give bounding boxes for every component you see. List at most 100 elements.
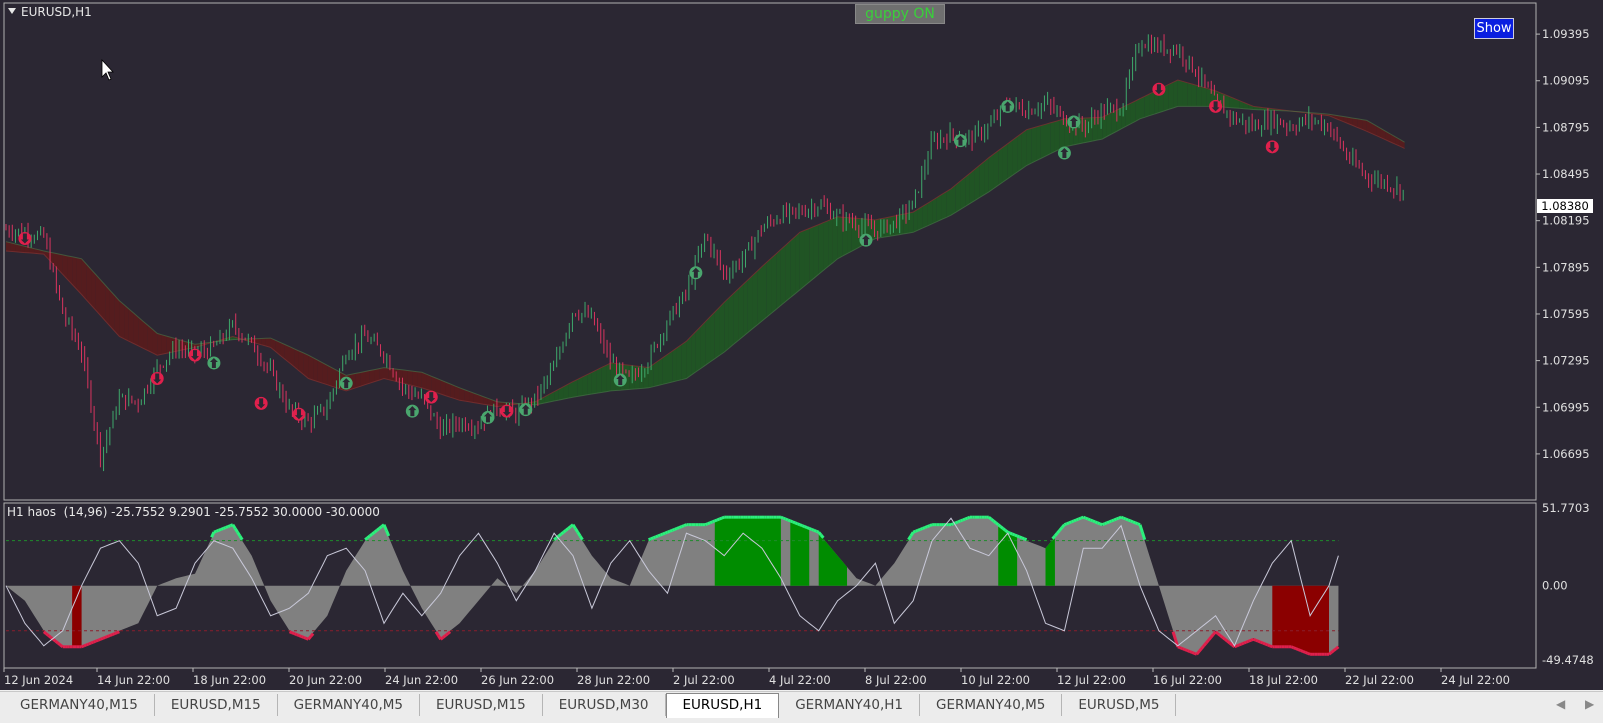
oversold-line bbox=[109, 633, 113, 637]
ribbon-segment bbox=[582, 374, 588, 396]
oversold-line bbox=[1262, 641, 1266, 646]
overbought-line bbox=[1087, 517, 1091, 522]
oversold-line bbox=[291, 631, 295, 636]
ribbon-segment bbox=[384, 367, 389, 380]
symbol-label[interactable]: EURUSD,H1 bbox=[8, 5, 92, 19]
show-button[interactable]: Show bbox=[1474, 18, 1514, 39]
oversold-line bbox=[1307, 651, 1311, 656]
tab-eurusd-m15[interactable]: EURUSD,M15 bbox=[420, 694, 543, 716]
oversold-line bbox=[1214, 630, 1219, 635]
overbought-line bbox=[657, 533, 661, 538]
indicator-tick-label: 0.00 bbox=[1542, 579, 1568, 593]
overbought-line bbox=[1099, 522, 1103, 527]
ribbon-segment bbox=[1191, 84, 1197, 107]
overbought-line bbox=[373, 529, 378, 534]
overbought-line bbox=[1129, 519, 1134, 524]
price-tick-label: 1.07595 bbox=[1542, 307, 1590, 321]
ribbon-segment bbox=[86, 264, 92, 306]
ribbon-segment bbox=[322, 362, 328, 385]
chart-canvas[interactable]: 1.09395 1.09095 1.08795 1.08495 1.08195 1.078… bbox=[0, 0, 1603, 690]
overbought-line bbox=[664, 530, 669, 535]
oversold-line bbox=[1290, 645, 1295, 650]
overbought-line bbox=[1058, 526, 1064, 532]
overbought-line bbox=[371, 531, 376, 536]
ribbon-segment bbox=[979, 161, 985, 198]
tab-germany40-h1[interactable]: GERMANY40,H1 bbox=[779, 694, 920, 716]
ribbon-segment bbox=[818, 222, 824, 275]
oversold-line bbox=[52, 638, 57, 643]
ribbon-segment bbox=[705, 316, 711, 366]
ribbon-segment bbox=[955, 181, 961, 213]
tab-germany40-m15[interactable]: GERMANY40,M15 bbox=[4, 694, 155, 716]
oversold-line bbox=[1328, 651, 1333, 656]
overbought-line bbox=[962, 517, 966, 522]
ribbon-segment bbox=[766, 257, 772, 318]
overbought-line bbox=[652, 535, 657, 540]
ribbon-segment bbox=[743, 279, 748, 337]
oversold-line bbox=[293, 632, 298, 636]
overbought-line bbox=[704, 522, 709, 527]
tab-germany40-m5[interactable]: GERMANY40,M5 bbox=[278, 694, 420, 716]
ribbon-segment bbox=[762, 262, 767, 321]
overbought-line bbox=[1101, 522, 1106, 527]
guppy-toggle-button[interactable]: guppy ON bbox=[855, 4, 945, 24]
ribbon-segment bbox=[700, 321, 706, 369]
ribbon-segment bbox=[601, 365, 607, 393]
oversold-line bbox=[1191, 651, 1195, 655]
scroll-left-icon[interactable]: ◀ bbox=[1556, 697, 1565, 711]
overbought-line bbox=[922, 526, 926, 530]
overbought-line bbox=[714, 518, 718, 523]
overbought-line bbox=[924, 525, 928, 529]
overbought-line bbox=[1066, 521, 1070, 526]
overbought-line bbox=[966, 515, 971, 520]
overbought-line bbox=[678, 525, 683, 529]
overbought-line bbox=[366, 534, 371, 539]
ribbon-segment bbox=[109, 290, 115, 332]
ribbon-segment bbox=[1054, 120, 1060, 152]
current-price-tag: 1.08380 bbox=[1537, 199, 1593, 213]
ribbon-segment bbox=[738, 284, 744, 341]
ribbon-segment bbox=[176, 338, 181, 352]
overbought-line bbox=[557, 532, 563, 538]
price-tick-label: 1.09095 bbox=[1542, 74, 1590, 88]
overbought-line bbox=[785, 517, 789, 522]
ribbon-segment bbox=[804, 228, 810, 286]
tab-eurusd-m30[interactable]: EURUSD,M30 bbox=[543, 694, 666, 716]
overbought-line bbox=[819, 534, 825, 539]
ribbon-segment bbox=[946, 188, 951, 218]
oversold-line bbox=[116, 630, 120, 635]
tab-eurusd-h1[interactable]: EURUSD,H1 bbox=[665, 693, 780, 718]
overbought-line bbox=[238, 535, 244, 541]
ribbon-segment bbox=[407, 370, 413, 386]
oversold-line bbox=[1332, 647, 1338, 652]
oversold-line bbox=[446, 630, 452, 635]
overbought-line bbox=[1111, 518, 1115, 523]
overbought-line bbox=[815, 529, 820, 534]
oversold-line bbox=[1330, 649, 1335, 654]
oversold-line bbox=[59, 643, 64, 648]
oversold-line bbox=[57, 641, 62, 647]
overbought-line bbox=[782, 516, 787, 521]
overbought-line bbox=[709, 520, 713, 525]
ribbon-segment bbox=[676, 344, 682, 381]
tab-eurusd-m15[interactable]: EURUSD,M15 bbox=[155, 694, 278, 716]
oversold-line bbox=[95, 638, 99, 643]
time-tick-label: 10 Jul 22:00 bbox=[961, 673, 1030, 687]
tab-eurusd-m5[interactable]: EURUSD,M5 bbox=[1062, 694, 1177, 716]
tab-germany40-m5[interactable]: GERMANY40,M5 bbox=[920, 694, 1063, 716]
oversold-line bbox=[1205, 639, 1210, 644]
ribbon-segment bbox=[369, 369, 375, 384]
oversold-line bbox=[1195, 650, 1201, 656]
oversold-line bbox=[1217, 632, 1222, 637]
overbought-line bbox=[929, 523, 933, 528]
overbought-line bbox=[1122, 516, 1127, 521]
overbought-line bbox=[813, 528, 817, 533]
chart-area[interactable]: 1.09395 1.09095 1.08795 1.08495 1.08195 1.078… bbox=[0, 0, 1603, 690]
overbought-line bbox=[711, 519, 716, 524]
oversold-line bbox=[1302, 650, 1306, 654]
oversold-line bbox=[296, 633, 300, 637]
overbought-line bbox=[992, 519, 997, 524]
scroll-right-icon[interactable]: ▶ bbox=[1585, 697, 1594, 711]
overbought-line bbox=[669, 528, 673, 533]
overbought-line bbox=[792, 520, 796, 525]
